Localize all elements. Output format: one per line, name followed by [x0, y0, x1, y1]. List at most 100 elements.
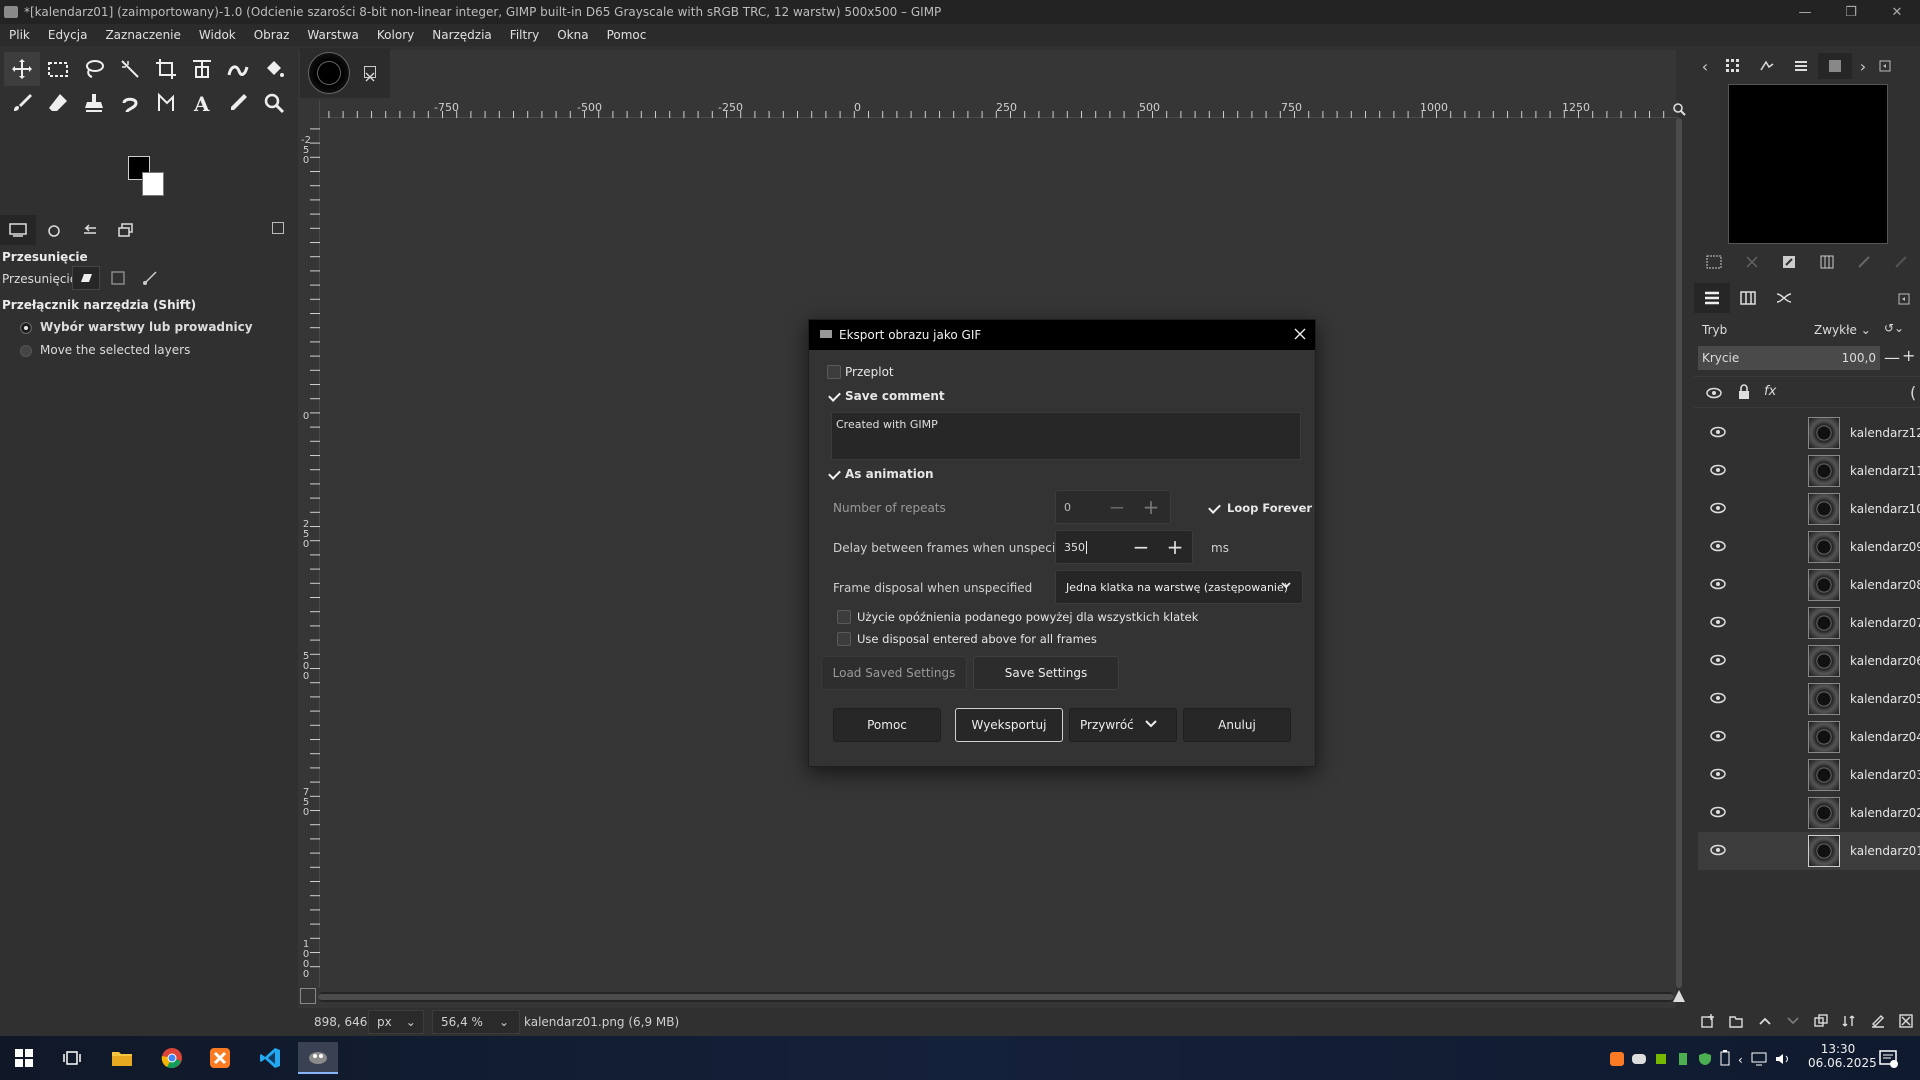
merge-layer-icon[interactable] [1842, 1013, 1856, 1032]
xampp-tray-icon[interactable] [1610, 1051, 1624, 1070]
move-selected-radio[interactable]: Move the selected layers [20, 343, 190, 357]
text-icon[interactable]: A [184, 86, 220, 120]
eye-icon[interactable] [1710, 653, 1726, 669]
warp-icon[interactable] [220, 52, 256, 86]
loop-forever-checkbox[interactable] [1207, 501, 1221, 515]
shrink-wrap-icon[interactable] [1857, 254, 1871, 273]
layer-row[interactable]: kalendarz09.p [1698, 528, 1920, 566]
move-path-button[interactable] [136, 266, 164, 290]
image-tab-close-icon[interactable] [364, 66, 376, 82]
chevron-left-icon[interactable]: ‹ [1694, 57, 1716, 76]
quick-mask-icon[interactable] [300, 988, 316, 1004]
navigator-tab-icon[interactable] [1818, 53, 1852, 79]
mode-reset-icon[interactable]: ↺⌄ [1884, 321, 1904, 335]
undo-history-tab-icon[interactable] [72, 215, 108, 245]
image-tab-thumbnail[interactable] [308, 52, 350, 94]
eye-icon[interactable] [1710, 615, 1726, 631]
transform-icon[interactable] [184, 52, 220, 86]
opacity-minus-icon[interactable]: — [1884, 348, 1900, 367]
layer-row[interactable]: kalendarz05.p [1698, 680, 1920, 718]
new-group-icon[interactable] [1729, 1013, 1744, 1032]
discord-tray-icon[interactable] [1632, 1051, 1646, 1070]
layer-row[interactable]: kalendarz08.p [1698, 566, 1920, 604]
bucket-fill-icon[interactable] [256, 52, 292, 86]
rect-select-icon[interactable] [40, 52, 76, 86]
layer-row[interactable]: kalendarz06.p [1698, 642, 1920, 680]
configure-tab-icon[interactable] [1898, 290, 1910, 309]
use-disposal-all-checkbox[interactable] [837, 632, 851, 646]
pick-layer-radio[interactable]: Wybór warstwy lub prowadnicy [20, 320, 253, 334]
paintbrush-icon[interactable] [4, 86, 40, 120]
dialog-close-icon[interactable] [1293, 327, 1307, 344]
visibility-header-icon[interactable] [1706, 385, 1722, 404]
layer-row[interactable]: kalendarz02.p [1698, 794, 1920, 832]
layer-row[interactable]: kalendarz10.p [1698, 490, 1920, 528]
menu-widok[interactable]: Widok [190, 28, 245, 42]
zoom-corner-icon[interactable] [1670, 100, 1688, 118]
move-tool-icon[interactable] [4, 52, 40, 86]
minus-icon[interactable]: − [1124, 531, 1158, 563]
horizontal-ruler[interactable]: -750 -500 -250 0 250 500 750 1000 1250 [300, 100, 1678, 118]
chevron-left-icon[interactable]: ( [1910, 383, 1916, 402]
vscode-icon[interactable] [250, 1042, 290, 1074]
eye-icon[interactable] [1710, 577, 1726, 593]
minus-icon[interactable]: − [1100, 491, 1134, 523]
crop-icon[interactable] [148, 52, 184, 86]
configure-tab-icon[interactable] [1874, 60, 1896, 72]
zoom-fit-icon[interactable] [1706, 254, 1722, 273]
zoom-in-icon[interactable] [1782, 254, 1796, 273]
navigate-icon[interactable] [1670, 988, 1688, 1004]
paths-icon[interactable] [148, 86, 184, 120]
eye-icon[interactable] [1710, 843, 1726, 859]
plus-icon[interactable]: + [1158, 531, 1192, 563]
layer-mask-icon[interactable] [1871, 1013, 1885, 1032]
layers-tab-icon[interactable] [1694, 283, 1730, 313]
fill-window-icon[interactable] [1894, 254, 1908, 273]
menu-narzedzia[interactable]: Narzędzia [423, 28, 501, 42]
export-button[interactable]: Wyeksportuj [955, 708, 1063, 742]
new-layer-icon[interactable] [1701, 1013, 1715, 1032]
chevron-right-icon[interactable]: › [1852, 57, 1874, 76]
plus-icon[interactable]: + [1134, 491, 1168, 523]
battery-icon[interactable] [1720, 1050, 1730, 1070]
menu-edycja[interactable]: Edycja [39, 28, 97, 42]
lock-icon[interactable] [1738, 384, 1750, 404]
move-selection-button[interactable] [104, 266, 132, 290]
sample-points-tab-icon[interactable] [1750, 53, 1784, 79]
repeats-spinner[interactable]: 0 − + [1055, 490, 1171, 524]
chrome-icon[interactable] [152, 1042, 192, 1074]
load-settings-button[interactable]: Load Saved Settings [821, 656, 967, 690]
menu-warstwa[interactable]: Warstwa [298, 28, 368, 42]
effects-icon[interactable]: fx [1764, 384, 1776, 399]
menu-obraz[interactable]: Obraz [245, 28, 299, 42]
channels-tab-icon[interactable] [1730, 283, 1766, 313]
eye-icon[interactable] [1710, 691, 1726, 707]
smudge-icon[interactable] [112, 86, 148, 120]
zoom-out-icon[interactable] [1745, 254, 1759, 273]
delay-value[interactable]: 350 [1064, 541, 1087, 554]
layer-row[interactable]: kalendarz04.p [1698, 718, 1920, 756]
fuzzy-select-icon[interactable] [112, 52, 148, 86]
as-animation-checkbox[interactable] [827, 467, 841, 481]
menu-kolory[interactable]: Kolory [368, 28, 423, 42]
histogram-tab-icon[interactable] [1784, 53, 1818, 79]
file-explorer-icon[interactable] [102, 1042, 142, 1074]
opacity-slider[interactable]: Krycie 100,0 [1698, 346, 1880, 370]
clock[interactable]: 13:30 06.06.2025 [1808, 1042, 1877, 1070]
comment-textarea[interactable]: Created with GIMP [831, 412, 1301, 460]
zoom-select[interactable]: 56,4 % ⌄ [432, 1010, 520, 1034]
device-status-tab-icon[interactable] [36, 215, 72, 245]
duplicate-layer-icon[interactable] [1814, 1013, 1828, 1032]
navigator-preview[interactable] [1728, 84, 1888, 244]
minimize-icon[interactable]: — [1782, 0, 1828, 24]
notifications-icon[interactable] [1878, 1048, 1898, 1072]
configure-tab-icon[interactable] [272, 222, 284, 234]
background-color[interactable] [142, 172, 164, 196]
eye-icon[interactable] [1710, 501, 1726, 517]
lasso-icon[interactable] [76, 52, 112, 86]
nvidia-tray-icon[interactable] [1654, 1051, 1668, 1070]
defender-tray-icon[interactable] [1698, 1051, 1712, 1070]
gimp-icon[interactable] [298, 1042, 338, 1074]
menu-filtry[interactable]: Filtry [501, 28, 548, 42]
disposal-select[interactable]: Jedna klatka na warstwę (zastępowanie) [1055, 570, 1303, 604]
